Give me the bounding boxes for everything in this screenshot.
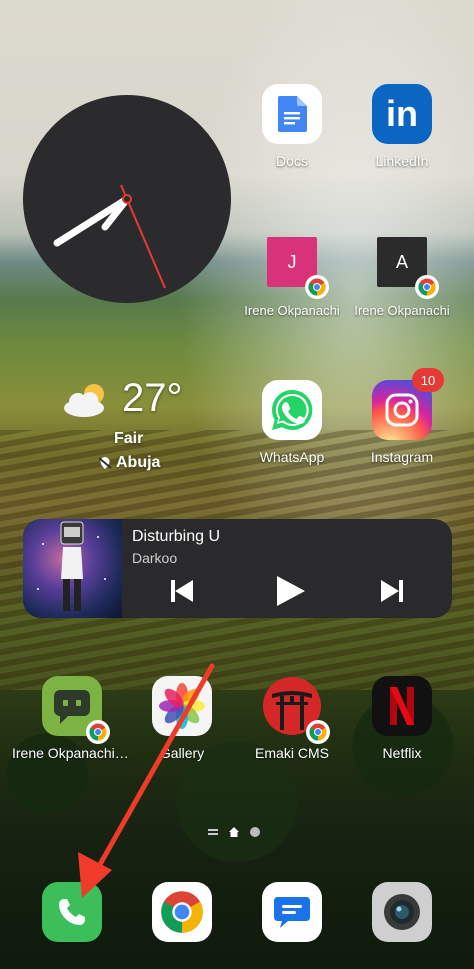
app-shortcut-irene-j[interactable]: J Irene Okpanachi <box>232 237 352 318</box>
notification-badge: 10 <box>412 368 444 392</box>
dock-messages[interactable] <box>262 882 322 942</box>
previous-track-button[interactable] <box>162 571 202 611</box>
app-docs-label: Docs <box>276 153 308 169</box>
app-docs[interactable]: Docs <box>232 84 352 169</box>
gallery-icon <box>152 676 212 736</box>
letter-a-icon: A <box>377 237 439 299</box>
app-emaki-label: Emaki CMS <box>255 745 329 761</box>
clock-center <box>122 194 132 204</box>
dock-phone[interactable] <box>42 882 102 942</box>
partly-cloudy-icon <box>64 384 104 417</box>
clock-face <box>53 184 166 289</box>
phone-icon <box>59 899 85 925</box>
app-instagram[interactable]: 10 Instagram <box>342 368 462 465</box>
app-emaki-cms[interactable]: Emaki CMS <box>232 676 352 761</box>
app-linkedin-label: LinkedIn <box>375 153 429 169</box>
media-artist: Darkoo <box>132 550 178 566</box>
feed-page-icon <box>208 829 218 835</box>
play-icon <box>277 576 305 606</box>
location-off-icon <box>98 457 112 469</box>
media-player-widget[interactable]: Disturbing U Darkoo <box>23 519 452 618</box>
chrome-badge-icon <box>415 275 439 299</box>
weather-location: Abuja <box>98 454 160 472</box>
letter-j: J <box>287 251 297 272</box>
clock-second-hand <box>126 198 166 289</box>
app-whatsapp-label: WhatsApp <box>259 449 325 465</box>
page-indicator[interactable] <box>208 826 260 838</box>
chrome-badge-icon <box>306 720 330 744</box>
app-shortcut-a-label: Irene Okpanachi <box>354 303 450 318</box>
app-instagram-label: Instagram <box>370 449 434 465</box>
camera-icon <box>384 894 420 930</box>
skip-previous-icon <box>171 580 193 602</box>
weather-location-label: Abuja <box>116 454 161 471</box>
app-shortcut-j-label: Irene Okpanachi <box>244 303 340 318</box>
clock-hour-hand <box>53 195 131 247</box>
instagram-icon: 10 <box>372 368 444 440</box>
chrome-icon <box>161 891 203 933</box>
emaki-torii-icon <box>262 676 330 744</box>
dock-camera[interactable] <box>372 882 432 942</box>
weather-condition: Fair <box>114 430 144 447</box>
dock-chrome[interactable] <box>152 882 212 942</box>
app-irene-okpanachi[interactable]: Irene Okpanachi |... <box>12 676 132 761</box>
home-page-icon <box>229 827 239 837</box>
next-track-button[interactable] <box>372 571 412 611</box>
letter-a: A <box>395 251 408 272</box>
page-dot <box>250 827 260 837</box>
app-shortcut-irene-a[interactable]: A Irene Okpanachi <box>342 237 462 318</box>
skip-next-icon <box>381 580 403 602</box>
whatsapp-icon <box>262 380 322 440</box>
messages-icon <box>274 897 310 928</box>
app-gallery[interactable]: Gallery <box>122 676 242 761</box>
media-title: Disturbing U <box>132 528 221 545</box>
docs-icon <box>262 84 322 144</box>
clock-widget[interactable] <box>23 95 231 303</box>
chrome-badge-icon <box>86 720 110 744</box>
weather-temperature: 27° <box>122 376 183 420</box>
netflix-icon <box>372 676 432 736</box>
app-netflix-label: Netflix <box>382 745 422 761</box>
app-linkedin[interactable]: in LinkedIn <box>342 84 462 169</box>
letter-j-icon: J <box>267 237 329 299</box>
app-irene-label: Irene Okpanachi |... <box>12 745 132 761</box>
app-whatsapp[interactable]: WhatsApp <box>232 380 352 465</box>
linkedin-icon: in <box>372 84 432 144</box>
app-gallery-label: Gallery <box>159 745 205 761</box>
android-message-icon <box>42 676 110 744</box>
play-button[interactable] <box>269 571 309 611</box>
chrome-badge-icon <box>305 275 329 299</box>
app-netflix[interactable]: Netflix <box>342 676 462 761</box>
album-art <box>23 519 122 618</box>
